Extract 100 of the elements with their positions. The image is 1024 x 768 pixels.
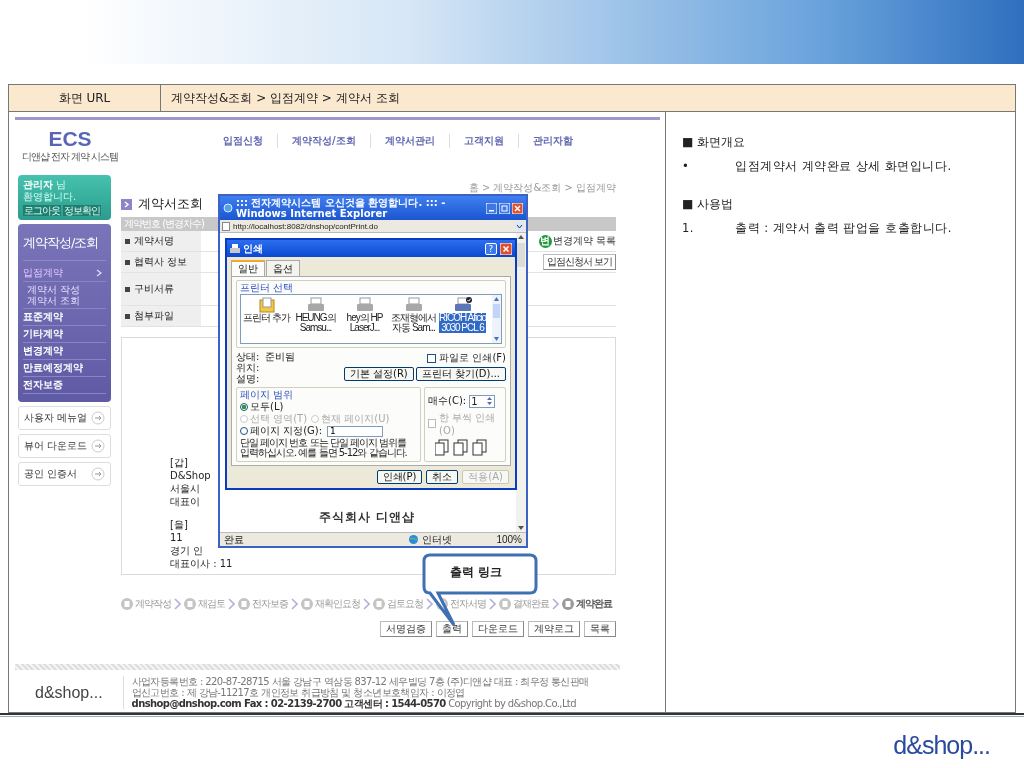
chevron-icon xyxy=(426,598,433,610)
field-label: 상태: xyxy=(236,351,260,362)
window-title: ::: 전자계약시스템 오신것을 환영합니다. ::: - Windows Internet Explorer xyxy=(236,197,447,219)
printer-icon xyxy=(355,297,374,313)
bullet-icon xyxy=(121,198,132,210)
document-text: 11 xyxy=(170,531,183,544)
callout-text: 출력 링크 xyxy=(450,564,503,581)
printer-item[interactable]: 조재형에서 자동 Sam... xyxy=(390,313,437,333)
action-button[interactable]: 출력 xyxy=(436,621,468,637)
action-button[interactable]: 다운로드 xyxy=(472,621,524,637)
menu-item[interactable]: 기타계약 xyxy=(23,326,106,343)
nav-link[interactable]: 계약서관리 xyxy=(369,134,449,148)
menu-item[interactable]: 변경계약 xyxy=(23,343,106,360)
chevron-icon xyxy=(363,598,370,610)
printer-icon xyxy=(404,297,423,313)
chevron-icon xyxy=(291,598,298,610)
dialog-button[interactable]: 인쇄(P) xyxy=(376,470,423,484)
bullet-icon xyxy=(125,259,130,265)
printer-item[interactable]: 프린터 추가 xyxy=(243,313,290,323)
sidebar-link[interactable]: 뷰어 다운로드 xyxy=(18,434,111,458)
chevron-icon xyxy=(228,598,235,610)
action-button[interactable]: 서명검증 xyxy=(380,621,432,637)
footer-text: 사업자등록번호 : 220-87-28715 서울 강남구 역삼동 837-12 세우빌딩 7층 (주)디앤샵 대표 : 최우정 통신판매업신고번호 : 제 강남-11217호 개인정보 취급방침 및 청소년보호책임자 : 이정엽 xyxy=(131,676,590,698)
radio-label: 선택 영역(T) xyxy=(250,413,308,425)
document-icon xyxy=(301,598,313,610)
submenu-item[interactable]: 계약서 조회 xyxy=(27,295,106,306)
label-text: 협력사 정보 xyxy=(134,255,188,269)
printer-item[interactable]: RICOH Aficio 3030 PCL 6 xyxy=(439,313,486,333)
dialog-title: 인쇄 xyxy=(243,241,264,256)
submenu-item[interactable]: 계약서 작성 xyxy=(27,284,106,295)
list-link[interactable]: 변 변경계약 목록 xyxy=(538,234,616,248)
menu-item[interactable]: 만료예정계약 xyxy=(23,360,106,377)
zoom-text: 100% xyxy=(496,534,522,545)
list-marker: • xyxy=(682,159,691,174)
url-path-text: 계약작성&조회 > 입점계약 > 계약서 조회 xyxy=(170,89,400,107)
nav-link[interactable]: 계약작성/조회 xyxy=(277,134,370,148)
document-text: 경기 인 xyxy=(170,544,204,557)
link-text: 변경계약 목록 xyxy=(552,234,616,248)
minimize-icon xyxy=(486,202,497,214)
document-text: 대표이사 : 11 xyxy=(170,557,233,570)
chevron-icon xyxy=(96,269,102,277)
radio-label: 현재 페이지(U) xyxy=(321,413,390,425)
globe-icon xyxy=(409,535,419,544)
bullet-icon xyxy=(125,238,130,244)
sidebar-link[interactable]: 사용자 메뉴얼 xyxy=(18,406,111,430)
action-button[interactable]: 목록 xyxy=(584,621,616,637)
printer-icon xyxy=(306,297,325,313)
page-field[interactable]: 1 xyxy=(327,425,384,437)
sidebar-link[interactable]: 공인 인증서 xyxy=(18,462,111,486)
group-label: 프린터 선택 xyxy=(240,282,295,294)
menu-item[interactable]: 전자보증 xyxy=(23,377,106,394)
document-icon xyxy=(238,598,250,610)
dialog-button[interactable]: 기본 설정(R) xyxy=(343,367,414,381)
step-label: 전자서명 xyxy=(450,597,486,611)
nav-link[interactable]: 관리자함 xyxy=(517,134,587,148)
breadcrumb: 홈 > 계약작성&조회 > 입점계약 xyxy=(468,181,616,195)
document-text: [갑] xyxy=(170,456,188,469)
nav-link[interactable]: 입점신청 xyxy=(209,134,277,148)
dialog-button[interactable]: 프린터 찾기(D)... xyxy=(415,367,506,381)
spin-arrows-icon xyxy=(486,396,494,406)
dialog-button[interactable]: 취소 xyxy=(426,470,459,484)
tab[interactable]: 옵션 xyxy=(266,260,300,276)
radio-button[interactable] xyxy=(240,403,248,411)
radio-label: 모두(L) xyxy=(250,401,284,413)
help-button[interactable]: ? xyxy=(485,242,497,255)
page-icon xyxy=(222,221,230,231)
view-button[interactable]: 입점신청서 보기 xyxy=(542,254,616,270)
list-marker: 1. xyxy=(682,221,695,236)
user-button[interactable]: 로그아웃 xyxy=(23,205,61,216)
close-icon xyxy=(500,242,512,255)
document-icon xyxy=(373,598,385,610)
printer-item[interactable]: HEUNG의 Samsu... xyxy=(292,313,339,333)
section-heading: ■ 사용법 xyxy=(682,196,735,213)
section-heading: ■ 화면개요 xyxy=(682,134,747,151)
document-text: 서울시 xyxy=(170,482,200,495)
step-label: 검토요청 xyxy=(387,597,423,611)
checkbox[interactable] xyxy=(427,353,437,363)
header-label: 화면 URL xyxy=(9,85,161,111)
folder-icon xyxy=(258,297,275,313)
document-icon xyxy=(121,598,133,610)
description-text: 출력 : 계약서 출력 팝업을 호출합니다. xyxy=(735,221,952,236)
address-text: http://localhost:8082/dnshop/contPrint.do xyxy=(233,221,379,231)
nav-link[interactable]: 고객지원 xyxy=(448,134,518,148)
group-label: 페이지 범위 xyxy=(240,389,295,401)
menu-item[interactable]: 표준계약 xyxy=(23,309,106,326)
field-value: 준비됨 xyxy=(265,351,296,362)
checkbox-label: 파일로 인쇄(F) xyxy=(439,351,506,365)
copies-spinner[interactable]: 1 xyxy=(469,394,496,408)
close-icon xyxy=(512,202,523,214)
printer-item[interactable]: hey의 HP LaserJ... xyxy=(341,313,388,333)
welcome-text: 관리자 님 xyxy=(23,179,68,191)
action-button[interactable]: 계약로그 xyxy=(528,621,580,637)
radio-button[interactable] xyxy=(240,427,248,435)
description-text: 입점계약서 계약완료 상세 화면입니다. xyxy=(735,159,952,174)
page-title: 계약서조회 xyxy=(138,195,203,213)
user-button[interactable]: 정보확인 xyxy=(63,205,101,216)
status-text: 완료 xyxy=(224,532,245,547)
label-text: 구비서류 xyxy=(134,282,174,296)
footer-logo: d&shop... xyxy=(35,683,103,702)
tab[interactable]: 일반 xyxy=(231,260,265,276)
